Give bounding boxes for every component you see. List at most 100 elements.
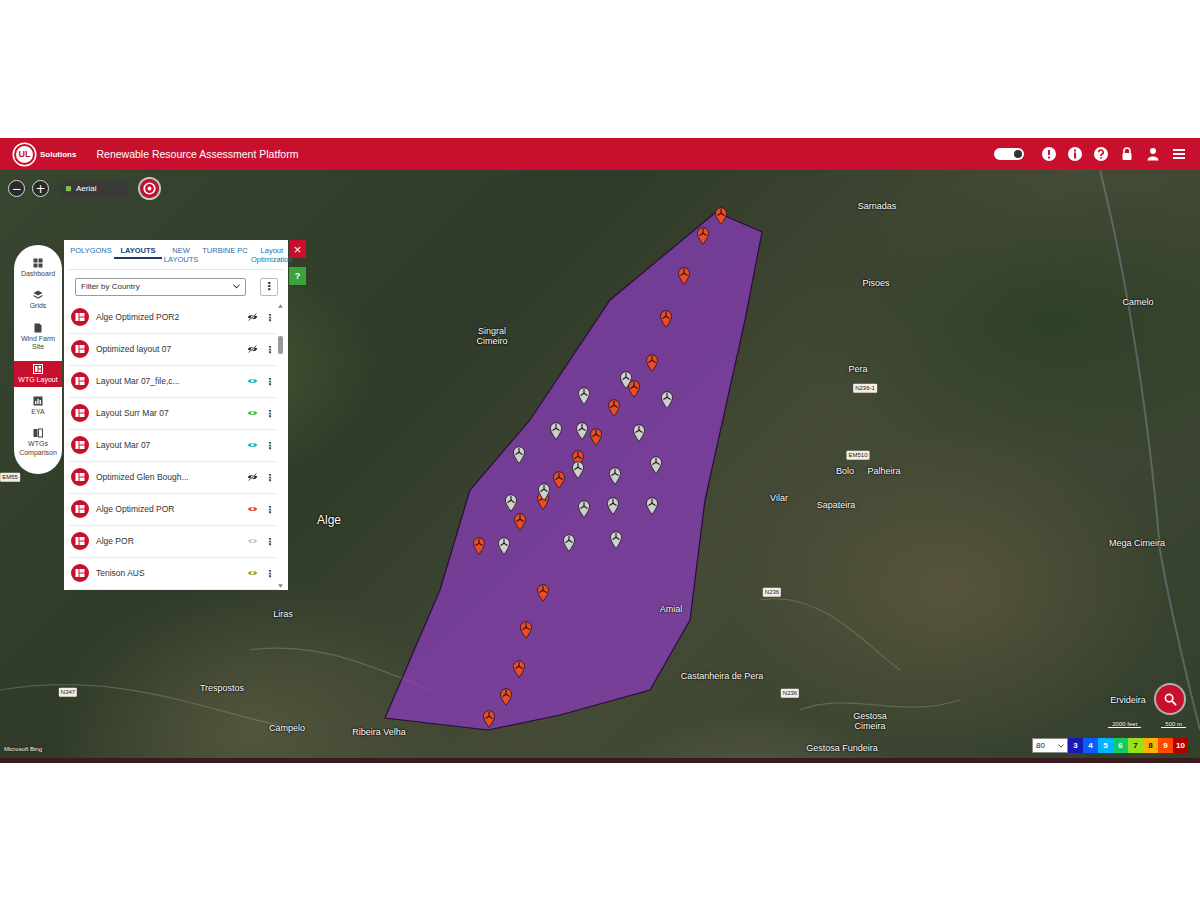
turbine-pin[interactable] bbox=[577, 387, 591, 405]
turbine-pin[interactable] bbox=[571, 461, 585, 479]
eye-slash-icon[interactable] bbox=[247, 473, 258, 481]
eye-icon[interactable] bbox=[247, 377, 258, 385]
help-icon[interactable] bbox=[1094, 147, 1108, 161]
turbine-pin[interactable] bbox=[549, 422, 563, 440]
panel-tab[interactable]: Layout Optimization bbox=[250, 244, 294, 267]
layout-row[interactable]: Optimized Glen Bough...⋮ bbox=[68, 462, 277, 494]
nav-item[interactable]: WTGs Comparison bbox=[14, 425, 62, 460]
layout-row[interactable]: Optimized layout 07⋮ bbox=[68, 334, 277, 366]
map-search-button[interactable] bbox=[1156, 685, 1184, 713]
layout-menu-button[interactable]: ⋮ bbox=[265, 504, 273, 515]
turbine-pin[interactable] bbox=[677, 267, 691, 285]
turbine-pin[interactable] bbox=[482, 710, 496, 728]
brand[interactable]: ULSolutions bbox=[14, 144, 76, 165]
scrollbar[interactable] bbox=[277, 302, 284, 590]
turbine-pin[interactable] bbox=[649, 456, 663, 474]
turbine-pin[interactable] bbox=[497, 537, 511, 555]
turbine-pin[interactable] bbox=[552, 471, 566, 489]
panel-tab[interactable]: NEW LAYOUTS bbox=[162, 244, 200, 267]
panel-tab[interactable]: POLYGONS bbox=[68, 244, 114, 257]
eye-icon[interactable] bbox=[247, 441, 258, 449]
turbine-pin[interactable] bbox=[645, 354, 659, 372]
lock-icon[interactable] bbox=[1120, 147, 1134, 161]
turbine-pin[interactable] bbox=[512, 660, 526, 678]
layout-row[interactable]: Alge POR⋮ bbox=[68, 526, 277, 558]
scroll-thumb[interactable] bbox=[278, 336, 283, 354]
legend-step: 7 bbox=[1128, 738, 1143, 753]
turbine-pin[interactable] bbox=[537, 483, 551, 501]
alert-icon[interactable] bbox=[1042, 147, 1056, 161]
zoom-in-button[interactable]: + bbox=[32, 180, 49, 197]
eye-icon[interactable] bbox=[247, 505, 258, 513]
nav-item[interactable]: WTG Layout bbox=[14, 361, 62, 387]
turbine-pin[interactable] bbox=[609, 531, 623, 549]
turbine-pin[interactable] bbox=[575, 422, 589, 440]
eye-slash-icon[interactable] bbox=[247, 313, 258, 321]
map-label: Mega Cimeira bbox=[1109, 539, 1165, 549]
site-polygon[interactable] bbox=[385, 212, 762, 730]
turbine-pin[interactable] bbox=[696, 227, 710, 245]
layout-row[interactable]: Layout Mar 07⋮ bbox=[68, 430, 277, 462]
layout-row[interactable]: Alge Optimized POR2⋮ bbox=[68, 302, 277, 334]
layout-menu-button[interactable]: ⋮ bbox=[265, 472, 273, 483]
layout-menu-button[interactable]: ⋮ bbox=[265, 408, 273, 419]
hub-height-select[interactable]: 80 bbox=[1032, 738, 1068, 753]
layout-row[interactable]: Layout Surr Mar 07⋮ bbox=[68, 398, 277, 430]
eye-icon[interactable] bbox=[247, 409, 258, 417]
panel-help-button[interactable]: ? bbox=[289, 267, 306, 285]
nav-item[interactable]: EYA bbox=[14, 393, 62, 419]
scroll-down-icon[interactable] bbox=[278, 584, 283, 588]
eye-slash-icon[interactable] bbox=[247, 345, 258, 353]
country-filter[interactable]: Filter by Country bbox=[75, 278, 246, 296]
turbine-pin[interactable] bbox=[619, 371, 633, 389]
layout-menu-button[interactable]: ⋮ bbox=[265, 376, 273, 387]
turbine-pin[interactable] bbox=[562, 534, 576, 552]
scroll-up-icon[interactable] bbox=[278, 304, 283, 308]
layout-icon bbox=[71, 404, 89, 422]
nav-item[interactable]: Dashboard bbox=[14, 255, 62, 281]
eye-icon[interactable] bbox=[247, 537, 258, 545]
turbine-pin[interactable] bbox=[607, 399, 621, 417]
turbine-pin[interactable] bbox=[504, 494, 518, 512]
layout-row[interactable]: Alge Optimized POR⋮ bbox=[68, 494, 277, 526]
locate-icon[interactable] bbox=[140, 179, 159, 198]
turbine-pin[interactable] bbox=[513, 513, 527, 531]
turbine-pin[interactable] bbox=[714, 207, 728, 225]
layout-menu-button[interactable]: ⋮ bbox=[265, 536, 273, 547]
panel-tab[interactable]: TURBINE PC bbox=[200, 244, 250, 257]
turbine-pin[interactable] bbox=[659, 310, 673, 328]
layout-row[interactable]: Tenison AUS⋮ bbox=[68, 558, 277, 590]
turbine-pin[interactable] bbox=[608, 467, 622, 485]
layout-list: Alge Optimized POR2⋮Optimized layout 07⋮… bbox=[68, 302, 284, 590]
layout-menu-button[interactable]: ⋮ bbox=[265, 344, 273, 355]
nav-item[interactable]: Wind Farm Site bbox=[14, 320, 62, 355]
close-panel-button[interactable]: × bbox=[289, 240, 306, 258]
layout-menu-button[interactable]: ⋮ bbox=[265, 440, 273, 451]
turbine-pin[interactable] bbox=[589, 428, 603, 446]
panel-tab[interactable]: LAYOUTS bbox=[114, 244, 162, 259]
turbine-pin[interactable] bbox=[606, 497, 620, 515]
turbine-pin[interactable] bbox=[577, 500, 591, 518]
layout-menu-button[interactable]: ⋮ bbox=[265, 312, 273, 323]
turbine-pin[interactable] bbox=[512, 446, 526, 464]
turbine-pin[interactable] bbox=[472, 537, 486, 555]
turbine-pin[interactable] bbox=[536, 584, 550, 602]
turbine-pin[interactable] bbox=[632, 424, 646, 442]
filter-placeholder: Filter by Country bbox=[81, 282, 140, 291]
panel-menu-button[interactable]: ⋮ bbox=[260, 278, 278, 296]
basemap-select[interactable]: Aerial bbox=[59, 181, 129, 197]
layout-row[interactable]: Layout Mar 07_file,c...⋮ bbox=[68, 366, 277, 398]
zoom-out-button[interactable]: − bbox=[8, 180, 25, 197]
turbine-pin[interactable] bbox=[519, 621, 533, 639]
menu-icon[interactable] bbox=[1172, 147, 1186, 161]
theme-toggle[interactable] bbox=[994, 148, 1024, 160]
turbine-pin[interactable] bbox=[499, 688, 513, 706]
user-icon[interactable] bbox=[1146, 147, 1160, 161]
layout-menu-button[interactable]: ⋮ bbox=[265, 568, 273, 579]
map[interactable]: SarnadasPisoesCameloSingral CimeiroPeraN… bbox=[0, 170, 1200, 758]
eye-icon[interactable] bbox=[247, 569, 258, 577]
turbine-pin[interactable] bbox=[660, 391, 674, 409]
info-icon[interactable] bbox=[1068, 147, 1082, 161]
turbine-pin[interactable] bbox=[645, 497, 659, 515]
nav-item[interactable]: Grids bbox=[14, 287, 62, 313]
